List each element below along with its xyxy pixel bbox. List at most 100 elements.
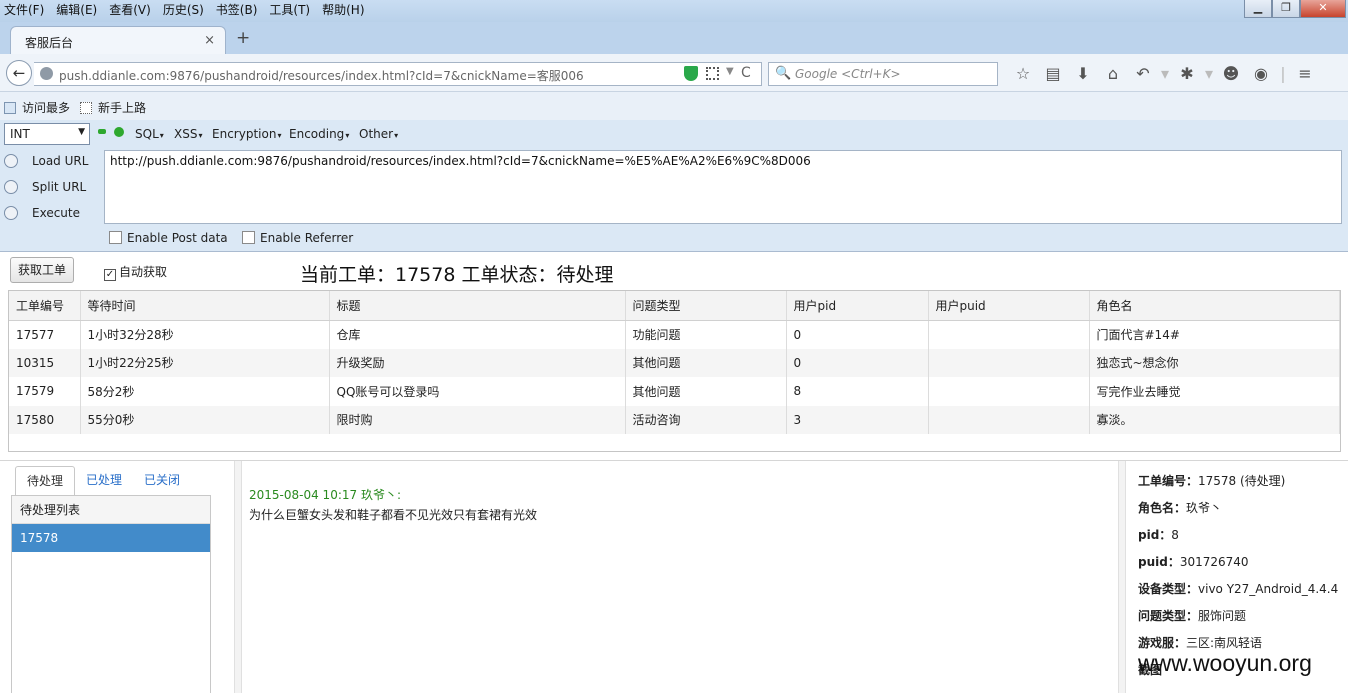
minimize-button[interactable]: ▁ [1244, 0, 1272, 18]
hackbar-menu-encryption[interactable]: Encryption [212, 127, 281, 141]
tab-pending[interactable]: 待处理 [15, 466, 76, 496]
hackbar-menu-sql[interactable]: SQL [135, 127, 164, 141]
back-button[interactable]: ← [6, 60, 32, 86]
bug-icon[interactable]: ✱ [1172, 64, 1202, 83]
split-url-button[interactable]: Split URL [4, 180, 86, 194]
checkbox-checked-icon[interactable]: ✓ [104, 269, 116, 281]
history-dropdown-icon[interactable]: ▼ [726, 66, 734, 77]
hackbar-menu-xss[interactable]: XSS [174, 127, 202, 141]
globe-icon[interactable]: ◉ [1246, 64, 1276, 83]
reading-list-icon[interactable]: ▤ [1038, 64, 1068, 83]
table-row[interactable]: 17577 1小时32分28秒 仓库 功能问题 0 门面代言#14# [9, 320, 1340, 349]
table-cell: 55分0秒 [80, 405, 330, 434]
detail-value: 玖爷丶 [1186, 501, 1223, 515]
load-url-button[interactable]: Load URL [4, 154, 88, 168]
table-cell: 17580 [9, 405, 81, 434]
nav-bar: ← push.ddianle.com:9876/pushandroid/reso… [0, 54, 1348, 92]
maximize-button[interactable]: ❐ [1272, 0, 1300, 18]
fetch-order-button[interactable]: 获取工单 [10, 257, 74, 283]
decrease-icon[interactable] [98, 129, 106, 134]
table-row[interactable]: 10315 1小时22分25秒 升级奖励 其他问题 0 独恋式~想念你 [9, 348, 1340, 377]
menu-file[interactable]: 文件(F) [4, 2, 44, 18]
new-tab-button[interactable]: + [236, 28, 250, 48]
home-icon[interactable]: ⌂ [1098, 64, 1128, 83]
table-cell: 1小时22分25秒 [80, 348, 330, 377]
search-placeholder: Google <Ctrl+K> [795, 67, 901, 81]
detail-row: 设备类型：vivo Y27_Android_4.4.4 [1138, 580, 1338, 607]
hackbar-url-text[interactable]: http://push.ddianle.com:9876/pushandroid… [110, 154, 811, 168]
column-header[interactable]: 等待时间 [80, 291, 330, 321]
detail-key: 工单编号： [1138, 474, 1199, 488]
watermark: www.wooyun.org [1138, 650, 1312, 676]
table-cell: 其他问题 [625, 348, 787, 377]
detail-row: puid：301726740 [1138, 553, 1338, 580]
menu-bookmarks[interactable]: 书签(B) [216, 2, 258, 18]
table-cell: 17579 [9, 377, 81, 406]
column-header[interactable]: 用户puid [928, 291, 1090, 321]
browser-tab[interactable]: 客服后台 × [10, 26, 226, 54]
nav-toolbar-icons: ☆ ▤ ⬇ ⌂ ↶ ▾ ✱ ▾ ☻ ◉ | ≡ [1008, 64, 1320, 83]
column-header[interactable]: 问题类型 [625, 291, 787, 321]
table-cell [928, 405, 1090, 434]
execute-button[interactable]: Execute [4, 206, 80, 220]
menu-help[interactable]: 帮助(H) [322, 2, 364, 18]
hackbar-menu-encoding[interactable]: Encoding [289, 127, 349, 141]
table-cell: 0 [786, 348, 929, 377]
left-splitter[interactable] [234, 461, 242, 693]
increase-icon[interactable] [114, 127, 124, 137]
menu-history[interactable]: 历史(S) [163, 2, 204, 18]
table-header-row: 工单编号 等待时间 标题 问题类型 用户pid 用户puid 角色名 [9, 291, 1340, 321]
play-icon [4, 206, 18, 220]
hackbar-menu-other[interactable]: Other [359, 127, 398, 141]
star-icon[interactable]: ☆ [1008, 64, 1038, 83]
int-select[interactable]: INT ▼ [4, 123, 90, 145]
load-url-label: Load URL [32, 154, 89, 168]
checkbox-box[interactable] [242, 231, 255, 244]
right-splitter[interactable] [1118, 461, 1126, 693]
column-header[interactable]: 用户pid [786, 291, 929, 321]
detail-value: vivo Y27_Android_4.4.4 [1198, 582, 1339, 596]
site-identity-icon[interactable] [40, 67, 53, 80]
tab-processed[interactable]: 已处理 [75, 466, 133, 496]
table-cell [928, 377, 1090, 406]
checkbox-box[interactable] [109, 231, 122, 244]
tab-closed[interactable]: 已关闭 [133, 466, 191, 496]
column-header[interactable]: 角色名 [1089, 291, 1340, 321]
menu-icon[interactable]: ≡ [1290, 64, 1320, 83]
hackbar: INT ▼ SQL XSS Encryption Encoding Other … [0, 120, 1348, 252]
chat-message-meta: 2015-08-04 10:17 玖爷丶: [249, 488, 401, 502]
table-row[interactable]: 17579 58分2秒 QQ账号可以登录吗 其他问题 8 写完作业去睡觉 [9, 377, 1340, 406]
enable-referrer-checkbox[interactable]: Enable Referrer [242, 231, 353, 245]
menu-edit[interactable]: 编辑(E) [56, 2, 97, 18]
url-bar[interactable]: push.ddianle.com:9876/pushandroid/resour… [34, 62, 762, 86]
table-row[interactable]: 17580 55分0秒 限时购 活动咨询 3 寡淡。 [9, 405, 1340, 434]
chevron-down-icon[interactable]: ▾ [1202, 64, 1216, 83]
column-header[interactable]: 标题 [329, 291, 626, 321]
menu-view[interactable]: 查看(V) [109, 2, 151, 18]
tab-close-icon[interactable]: × [204, 33, 215, 48]
chevron-down-icon: ▼ [78, 127, 85, 137]
bookmark-getting-started[interactable]: 新手上路 [80, 99, 146, 116]
search-box[interactable]: 🔍 Google <Ctrl+K> [768, 62, 998, 86]
pending-list-panel: 待处理列表 17578 [11, 495, 211, 693]
download-icon[interactable]: ⬇ [1068, 64, 1098, 83]
qr-code-icon[interactable] [706, 67, 719, 80]
detail-key: 角色名： [1138, 501, 1187, 515]
close-window-button[interactable]: ✕ [1300, 0, 1346, 18]
menu-tools[interactable]: 工具(T) [269, 2, 310, 18]
detail-value: 服饰问题 [1198, 609, 1247, 623]
hackbar-url-textarea[interactable]: http://push.ddianle.com:9876/pushandroid… [104, 150, 1342, 224]
face-icon[interactable]: ☻ [1216, 64, 1246, 83]
reload-icon[interactable]: C [741, 65, 751, 81]
bookmark-most-visited[interactable]: 访问最多 [4, 99, 70, 116]
url-text[interactable]: push.ddianle.com:9876/pushandroid/resour… [59, 67, 584, 84]
list-item[interactable]: 17578 [12, 524, 210, 552]
auto-fetch-checkbox[interactable]: ✓ 自动获取 [104, 263, 167, 281]
table-cell: 仓库 [329, 320, 626, 349]
enable-post-checkbox[interactable]: Enable Post data [109, 231, 228, 245]
undo-icon[interactable]: ↶ [1128, 64, 1158, 83]
shield-icon[interactable] [684, 66, 698, 81]
table-cell: 门面代言#14# [1089, 320, 1340, 349]
chevron-down-icon[interactable]: ▾ [1158, 64, 1172, 83]
column-header[interactable]: 工单编号 [9, 291, 81, 321]
